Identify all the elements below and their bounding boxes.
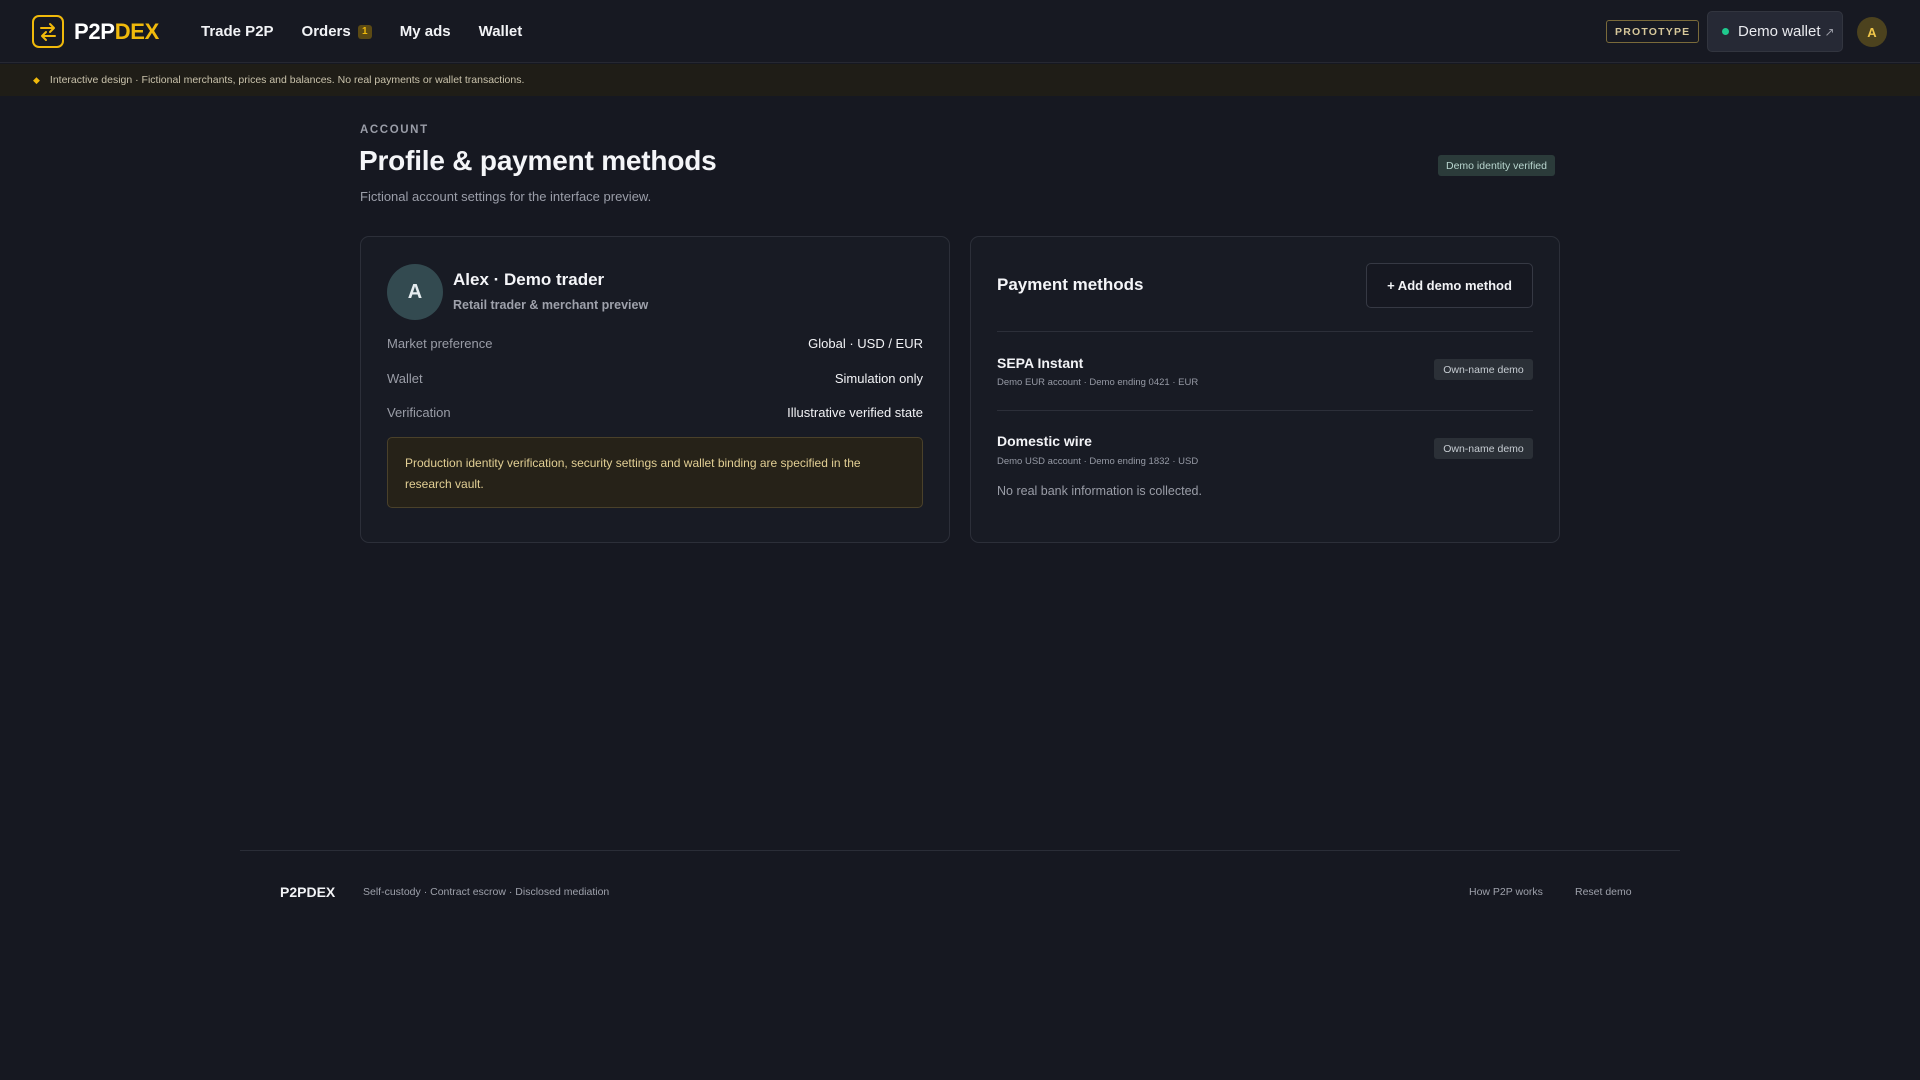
nav-item-my-ads[interactable]: My ads [400, 23, 451, 40]
payment-method-name: SEPA Instant [997, 355, 1084, 371]
own-name-badge: Own-name demo [1434, 359, 1533, 380]
info-label: Verification [387, 404, 451, 420]
profile-avatar: A [387, 264, 443, 320]
external-link-icon: ↗ [1824, 24, 1835, 39]
verification-warning: Production identity verification, securi… [387, 437, 923, 508]
add-demo-method-button[interactable]: + Add demo method [1366, 263, 1533, 308]
info-row-wallet: Wallet Simulation only [387, 368, 923, 388]
footer-tagline: Self-custody · Contract escrow · Disclos… [363, 886, 610, 898]
status-dot-icon [1722, 28, 1729, 35]
payment-methods-card: Payment methods + Add demo method SEPA I… [970, 236, 1560, 543]
privacy-note: No real bank information is collected. [997, 484, 1202, 498]
info-label: Wallet [387, 370, 423, 386]
page-subtitle: Fictional account settings for the inter… [360, 189, 652, 204]
demo-notice-bar: ◆ Interactive design · Fictional merchan… [0, 64, 1920, 96]
info-row-market-preference: Market preference Global · USD / EUR [387, 333, 923, 353]
nav-item-trade-p2p[interactable]: Trade P2P [201, 23, 274, 40]
logo-wordmark: P2PDEX [74, 18, 160, 44]
nav-item-orders[interactable]: Orders 1 [302, 23, 372, 40]
logo[interactable]: P2PDEX [32, 15, 159, 48]
user-avatar[interactable]: A [1857, 17, 1887, 47]
prototype-badge: PROTOTYPE [1606, 20, 1700, 43]
footer-logo: P2PDEX [280, 884, 336, 900]
info-row-verification: Verification Illustrative verified state [387, 402, 923, 422]
how-p2p-works-link[interactable]: How P2P works [1469, 886, 1543, 898]
orders-count-badge: 1 [357, 24, 372, 39]
payment-methods-title: Payment methods [997, 275, 1144, 294]
payment-method-detail: Demo EUR account · Demo ending 0421 · EU… [997, 377, 1199, 388]
divider [997, 410, 1533, 411]
divider [997, 331, 1533, 332]
info-label: Market preference [387, 335, 493, 351]
payment-method-detail: Demo USD account · Demo ending 1832 · US… [997, 456, 1199, 467]
section-eyebrow: ACCOUNT [360, 124, 429, 136]
own-name-badge: Own-name demo [1434, 438, 1533, 459]
main-nav: Trade P2P Orders 1 My ads Wallet [201, 0, 550, 63]
top-navigation-bar: P2PDEX Trade P2P Orders 1 My ads Wallet … [0, 0, 1920, 63]
page-title: Profile & payment methods [359, 145, 717, 176]
profile-card: A Alex · Demo trader Retail trader & mer… [360, 236, 950, 543]
notice-text: Interactive design · Fictional merchants… [49, 74, 525, 86]
nav-item-label: Wallet [478, 23, 523, 40]
reset-demo-link[interactable]: Reset demo [1575, 886, 1632, 898]
info-value: Global · USD / EUR [808, 335, 923, 351]
info-value: Illustrative verified state [787, 404, 923, 420]
profile-role: Retail trader & merchant preview [453, 298, 649, 312]
footer-divider [240, 850, 1680, 851]
info-value: Simulation only [834, 370, 923, 386]
wallet-button-label: Demo wallet [1738, 23, 1821, 40]
profile-name: Alex · Demo trader [453, 270, 605, 289]
nav-item-wallet[interactable]: Wallet [479, 23, 523, 40]
payment-method-name: Domestic wire [997, 433, 1092, 449]
nav-item-label: Orders [301, 23, 351, 40]
swap-arrows-icon [32, 15, 64, 48]
diamond-icon: ◆ [33, 74, 40, 85]
identity-verified-badge: Demo identity verified [1438, 155, 1555, 176]
nav-item-label: Trade P2P [201, 23, 274, 40]
demo-wallet-button[interactable]: Demo wallet ↗ [1707, 11, 1843, 52]
nav-item-label: My ads [399, 23, 451, 40]
